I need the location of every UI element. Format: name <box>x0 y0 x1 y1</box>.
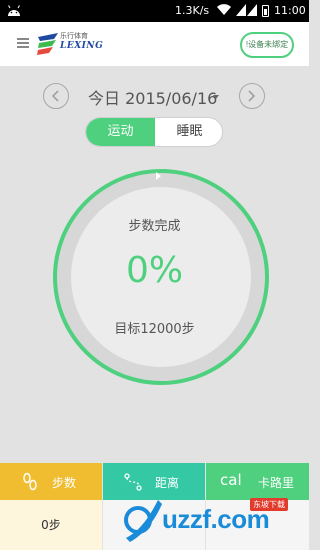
chevron-right-icon <box>248 90 256 102</box>
progress-percent: 0% <box>125 250 184 291</box>
tab-steps-label: 步数 <box>52 476 77 490</box>
distance-icon <box>124 473 142 491</box>
tab-sport[interactable]: 运动 <box>86 118 155 146</box>
watermark-logo-icon <box>124 500 162 542</box>
tab-distance-label: 距离 <box>155 476 180 490</box>
menu-icon[interactable] <box>17 38 29 48</box>
status-bar: 1.3K/s 11:00 <box>0 0 309 22</box>
wifi-icon <box>217 4 231 16</box>
logo-mark-icon <box>37 33 58 55</box>
next-day-button[interactable] <box>239 83 265 109</box>
watermark-brand: 东坡下载 <box>250 498 288 511</box>
chevron-left-icon <box>51 90 59 102</box>
app-header: 乐行体育 LEXING !设备未绑定 <box>0 22 309 66</box>
tab-sleep[interactable]: 睡眠 <box>155 118 222 146</box>
android-icon <box>8 5 20 16</box>
signal-icon <box>236 4 246 16</box>
step-goal: 目标12000步 <box>114 322 195 337</box>
network-speed: 1.3K/s <box>175 4 210 17</box>
tab-steps-value: 0步 <box>0 500 102 550</box>
date-dropdown-icon[interactable] <box>213 95 219 99</box>
clock: 11:00 <box>274 4 306 17</box>
tab-steps-header: 步数 <box>0 463 102 500</box>
calorie-icon: cal <box>220 471 242 489</box>
brand-logo: 乐行体育 LEXING <box>36 29 108 59</box>
logo-subtitle: 乐行体育 <box>60 32 88 40</box>
battery-icon <box>262 5 269 17</box>
watermark: uzzf.com 东坡下载 <box>118 490 308 548</box>
tab-calories-label: 卡路里 <box>258 476 295 490</box>
progress-title: 步数完成 <box>128 219 181 234</box>
steps-icon <box>23 472 37 491</box>
current-date[interactable]: 今日 2015/06/16 <box>88 85 217 109</box>
signal-icon <box>247 4 257 16</box>
logo-title: LEXING <box>60 41 104 51</box>
device-binding-button[interactable]: !设备未绑定 <box>240 32 294 58</box>
mode-toggle: 运动 睡眠 <box>85 117 223 147</box>
tab-steps[interactable]: 步数 0步 <box>0 463 102 550</box>
previous-day-button[interactable] <box>43 83 69 109</box>
